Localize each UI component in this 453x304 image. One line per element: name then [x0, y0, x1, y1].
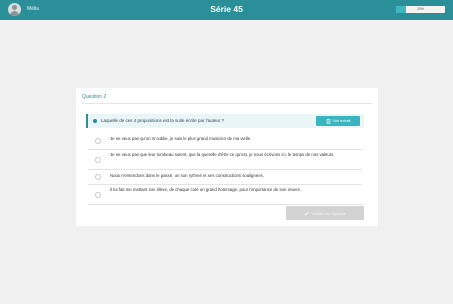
choice-option[interactable]: Il lui fait me mettant son élève, de cha… — [88, 185, 362, 205]
radio-button[interactable] — [95, 138, 101, 144]
radio-button[interactable] — [95, 174, 101, 180]
submit-answer-button[interactable]: Valider ma réponse — [286, 206, 364, 220]
choices-list: Je ne veux pas qu'on m'oublie, je suis l… — [88, 131, 362, 205]
check-icon — [304, 211, 309, 216]
question-prompt: Laquelle de ces 4 propositions est la su… — [86, 114, 364, 128]
info-dot-icon — [93, 119, 97, 123]
question-text: Laquelle de ces 4 propositions est la su… — [101, 118, 225, 123]
choice-text: Il lui fait me mettant son élève, de cha… — [110, 187, 302, 192]
top-bar: Mélia Série 45 20% — [0, 0, 453, 20]
question-label: Question 2 — [82, 94, 107, 100]
choice-option[interactable]: Je ne veux pas que leur tombeau soient, … — [88, 150, 362, 170]
progress-text: 20% — [416, 7, 424, 11]
divider — [82, 103, 372, 104]
submit-label: Valider ma réponse — [311, 210, 346, 216]
choice-text: Je ne veux pas qu'on m'oublie, je suis l… — [110, 136, 252, 141]
document-icon — [326, 118, 330, 124]
question-card: Question 2 Laquelle de ces 4 proposition… — [76, 88, 378, 226]
choice-text: Nous n'entendons dans le passé, un son r… — [110, 173, 264, 178]
view-excerpt-button[interactable]: Voir extrait — [316, 116, 360, 126]
radio-button[interactable] — [95, 192, 101, 198]
radio-button[interactable] — [95, 157, 101, 163]
choice-option[interactable]: Je ne veux pas qu'on m'oublie, je suis l… — [88, 131, 362, 150]
choice-option[interactable]: Nous n'entendons dans le passé, un son r… — [88, 170, 362, 185]
page-title: Série 45 — [210, 4, 243, 14]
choice-text: Je ne veux pas que leur tombeau soient, … — [110, 152, 335, 157]
progress-bar: 20% — [396, 6, 445, 13]
view-excerpt-label: Voir extrait — [332, 119, 351, 123]
